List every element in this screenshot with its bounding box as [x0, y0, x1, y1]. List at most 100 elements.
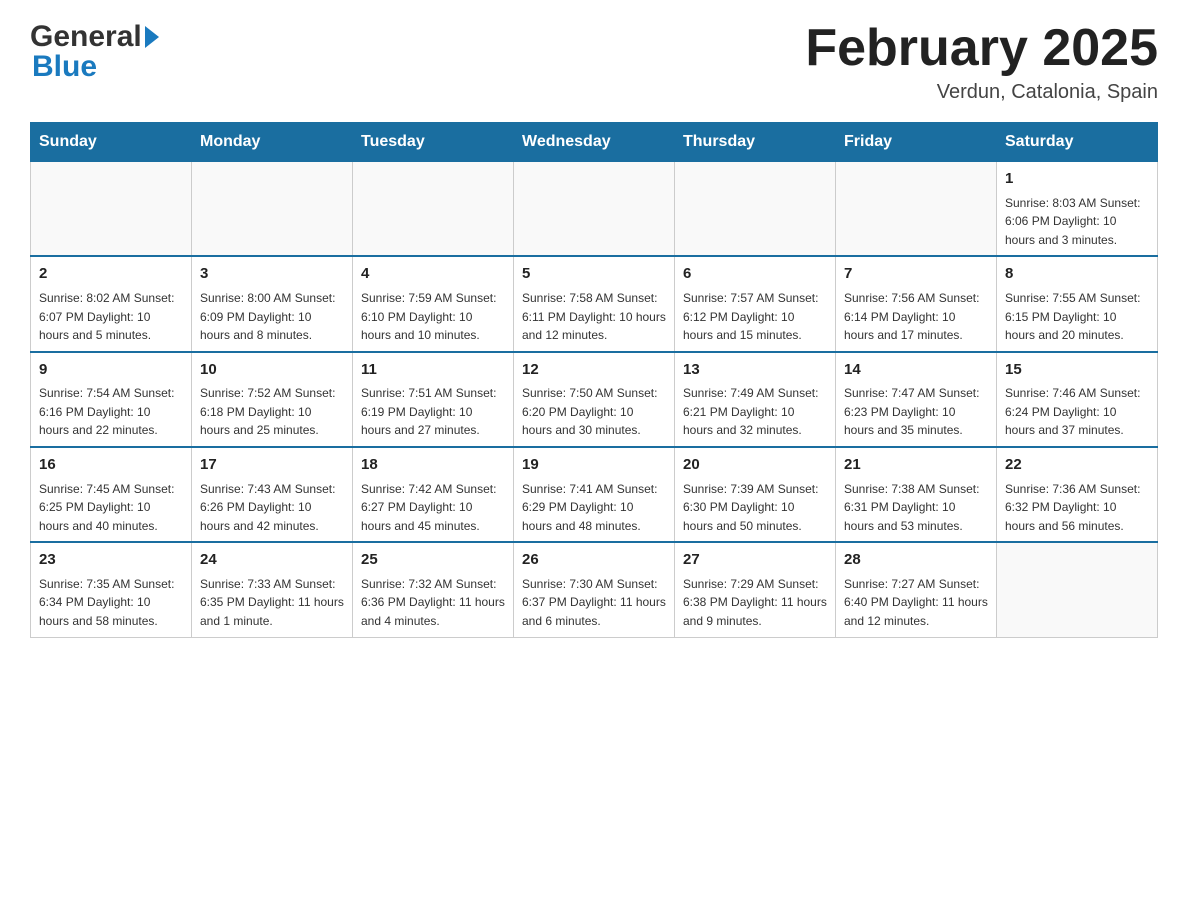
logo: General Blue	[30, 20, 162, 84]
day-info: Sunrise: 8:02 AM Sunset: 6:07 PM Dayligh…	[39, 289, 183, 345]
calendar-cell: 14Sunrise: 7:47 AM Sunset: 6:23 PM Dayli…	[836, 352, 997, 447]
day-info: Sunrise: 7:52 AM Sunset: 6:18 PM Dayligh…	[200, 384, 344, 440]
page-header: General Blue February 2025 Verdun, Catal…	[30, 20, 1158, 104]
day-number: 13	[683, 359, 827, 382]
calendar-body: 1Sunrise: 8:03 AM Sunset: 6:06 PM Daylig…	[31, 162, 1158, 637]
day-info: Sunrise: 7:54 AM Sunset: 6:16 PM Dayligh…	[39, 384, 183, 440]
day-info: Sunrise: 7:39 AM Sunset: 6:30 PM Dayligh…	[683, 480, 827, 536]
calendar-cell	[836, 162, 997, 257]
calendar-cell: 7 Sunrise: 7:56 AM Sunset: 6:14 PM Daylig…	[836, 256, 997, 351]
calendar-week-1: 1Sunrise: 8:03 AM Sunset: 6:06 PM Daylig…	[31, 162, 1158, 257]
day-number: 26	[522, 549, 666, 572]
day-info: Sunrise: 7:51 AM Sunset: 6:19 PM Dayligh…	[361, 384, 505, 440]
day-number: 16	[39, 454, 183, 477]
calendar-cell: 9Sunrise: 7:54 AM Sunset: 6:16 PM Daylig…	[31, 352, 192, 447]
day-info: Sunrise: 7:45 AM Sunset: 6:25 PM Dayligh…	[39, 480, 183, 536]
day-number: 3	[200, 263, 344, 286]
calendar-cell: 11Sunrise: 7:51 AM Sunset: 6:19 PM Dayli…	[353, 352, 514, 447]
day-info: Sunrise: 7:43 AM Sunset: 6:26 PM Dayligh…	[200, 480, 344, 536]
calendar-cell: 24 Sunrise: 7:33 AM Sunset: 6:35 PM Dayli…	[192, 542, 353, 637]
calendar-cell: 16 Sunrise: 7:45 AM Sunset: 6:25 PM Dayli…	[31, 447, 192, 542]
calendar-cell: 10Sunrise: 7:52 AM Sunset: 6:18 PM Dayli…	[192, 352, 353, 447]
calendar-cell: 4Sunrise: 7:59 AM Sunset: 6:10 PM Daylig…	[353, 256, 514, 351]
day-of-week-wednesday: Wednesday	[514, 123, 675, 162]
logo-top: General	[30, 20, 162, 54]
calendar-week-3: 9Sunrise: 7:54 AM Sunset: 6:16 PM Daylig…	[31, 352, 1158, 447]
day-number: 18	[361, 454, 505, 477]
calendar-table: SundayMondayTuesdayWednesdayThursdayFrid…	[30, 122, 1158, 637]
calendar-cell: 20 Sunrise: 7:39 AM Sunset: 6:30 PM Dayli…	[675, 447, 836, 542]
day-number: 12	[522, 359, 666, 382]
calendar-cell: 15Sunrise: 7:46 AM Sunset: 6:24 PM Dayli…	[997, 352, 1158, 447]
day-number: 25	[361, 549, 505, 572]
calendar-cell: 1Sunrise: 8:03 AM Sunset: 6:06 PM Daylig…	[997, 162, 1158, 257]
day-info: Sunrise: 7:58 AM Sunset: 6:11 PM Dayligh…	[522, 289, 666, 345]
day-number: 21	[844, 454, 988, 477]
calendar-cell: 25 Sunrise: 7:32 AM Sunset: 6:36 PM Dayli…	[353, 542, 514, 637]
month-year-title: February 2025	[805, 20, 1158, 77]
logo-blue-text: Blue	[30, 50, 162, 84]
calendar-cell	[675, 162, 836, 257]
day-of-week-friday: Friday	[836, 123, 997, 162]
title-area: February 2025 Verdun, Catalonia, Spain	[805, 20, 1158, 104]
day-info: Sunrise: 7:41 AM Sunset: 6:29 PM Dayligh…	[522, 480, 666, 536]
calendar-cell: 22Sunrise: 7:36 AM Sunset: 6:32 PM Dayli…	[997, 447, 1158, 542]
day-number: 22	[1005, 454, 1149, 477]
day-info: Sunrise: 7:30 AM Sunset: 6:37 PM Dayligh…	[522, 575, 666, 631]
calendar-cell: 19 Sunrise: 7:41 AM Sunset: 6:29 PM Dayli…	[514, 447, 675, 542]
calendar-cell: 2 Sunrise: 8:02 AM Sunset: 6:07 PM Daylig…	[31, 256, 192, 351]
calendar-cell: 12Sunrise: 7:50 AM Sunset: 6:20 PM Dayli…	[514, 352, 675, 447]
day-info: Sunrise: 7:33 AM Sunset: 6:35 PM Dayligh…	[200, 575, 344, 631]
calendar-cell: 26 Sunrise: 7:30 AM Sunset: 6:37 PM Dayli…	[514, 542, 675, 637]
day-info: Sunrise: 7:49 AM Sunset: 6:21 PM Dayligh…	[683, 384, 827, 440]
calendar-cell	[514, 162, 675, 257]
day-number: 24	[200, 549, 344, 572]
day-number: 9	[39, 359, 183, 382]
day-number: 8	[1005, 263, 1149, 286]
calendar-week-2: 2 Sunrise: 8:02 AM Sunset: 6:07 PM Daylig…	[31, 256, 1158, 351]
day-info: Sunrise: 7:55 AM Sunset: 6:15 PM Dayligh…	[1005, 289, 1149, 345]
location-text: Verdun, Catalonia, Spain	[805, 81, 1158, 104]
calendar-cell	[192, 162, 353, 257]
day-number: 6	[683, 263, 827, 286]
logo-triangle-icon	[145, 26, 159, 48]
day-info: Sunrise: 7:50 AM Sunset: 6:20 PM Dayligh…	[522, 384, 666, 440]
day-info: Sunrise: 8:00 AM Sunset: 6:09 PM Dayligh…	[200, 289, 344, 345]
day-info: Sunrise: 7:29 AM Sunset: 6:38 PM Dayligh…	[683, 575, 827, 631]
day-info: Sunrise: 7:59 AM Sunset: 6:10 PM Dayligh…	[361, 289, 505, 345]
day-info: Sunrise: 7:32 AM Sunset: 6:36 PM Dayligh…	[361, 575, 505, 631]
calendar-cell: 5 Sunrise: 7:58 AM Sunset: 6:11 PM Daylig…	[514, 256, 675, 351]
day-info: Sunrise: 7:57 AM Sunset: 6:12 PM Dayligh…	[683, 289, 827, 345]
day-number: 27	[683, 549, 827, 572]
calendar-cell: 13Sunrise: 7:49 AM Sunset: 6:21 PM Dayli…	[675, 352, 836, 447]
day-info: Sunrise: 7:38 AM Sunset: 6:31 PM Dayligh…	[844, 480, 988, 536]
day-of-week-thursday: Thursday	[675, 123, 836, 162]
calendar-cell: 23Sunrise: 7:35 AM Sunset: 6:34 PM Dayli…	[31, 542, 192, 637]
day-info: Sunrise: 7:35 AM Sunset: 6:34 PM Dayligh…	[39, 575, 183, 631]
calendar-week-4: 16 Sunrise: 7:45 AM Sunset: 6:25 PM Dayli…	[31, 447, 1158, 542]
day-info: Sunrise: 7:46 AM Sunset: 6:24 PM Dayligh…	[1005, 384, 1149, 440]
day-number: 7	[844, 263, 988, 286]
day-number: 15	[1005, 359, 1149, 382]
day-number: 28	[844, 549, 988, 572]
day-info: Sunrise: 7:42 AM Sunset: 6:27 PM Dayligh…	[361, 480, 505, 536]
day-number: 17	[200, 454, 344, 477]
calendar-cell: 3 Sunrise: 8:00 AM Sunset: 6:09 PM Daylig…	[192, 256, 353, 351]
calendar-cell: 18 Sunrise: 7:42 AM Sunset: 6:27 PM Dayli…	[353, 447, 514, 542]
day-number: 20	[683, 454, 827, 477]
day-of-week-tuesday: Tuesday	[353, 123, 514, 162]
day-number: 10	[200, 359, 344, 382]
day-info: Sunrise: 8:03 AM Sunset: 6:06 PM Dayligh…	[1005, 194, 1149, 250]
day-number: 2	[39, 263, 183, 286]
calendar-cell: 27 Sunrise: 7:29 AM Sunset: 6:38 PM Dayli…	[675, 542, 836, 637]
calendar-cell: 8 Sunrise: 7:55 AM Sunset: 6:15 PM Daylig…	[997, 256, 1158, 351]
day-of-week-saturday: Saturday	[997, 123, 1158, 162]
day-number: 19	[522, 454, 666, 477]
day-info: Sunrise: 7:56 AM Sunset: 6:14 PM Dayligh…	[844, 289, 988, 345]
calendar-cell	[997, 542, 1158, 637]
day-info: Sunrise: 7:47 AM Sunset: 6:23 PM Dayligh…	[844, 384, 988, 440]
day-number: 5	[522, 263, 666, 286]
day-info: Sunrise: 7:27 AM Sunset: 6:40 PM Dayligh…	[844, 575, 988, 631]
logo-general-text: General	[30, 20, 142, 54]
day-number: 14	[844, 359, 988, 382]
